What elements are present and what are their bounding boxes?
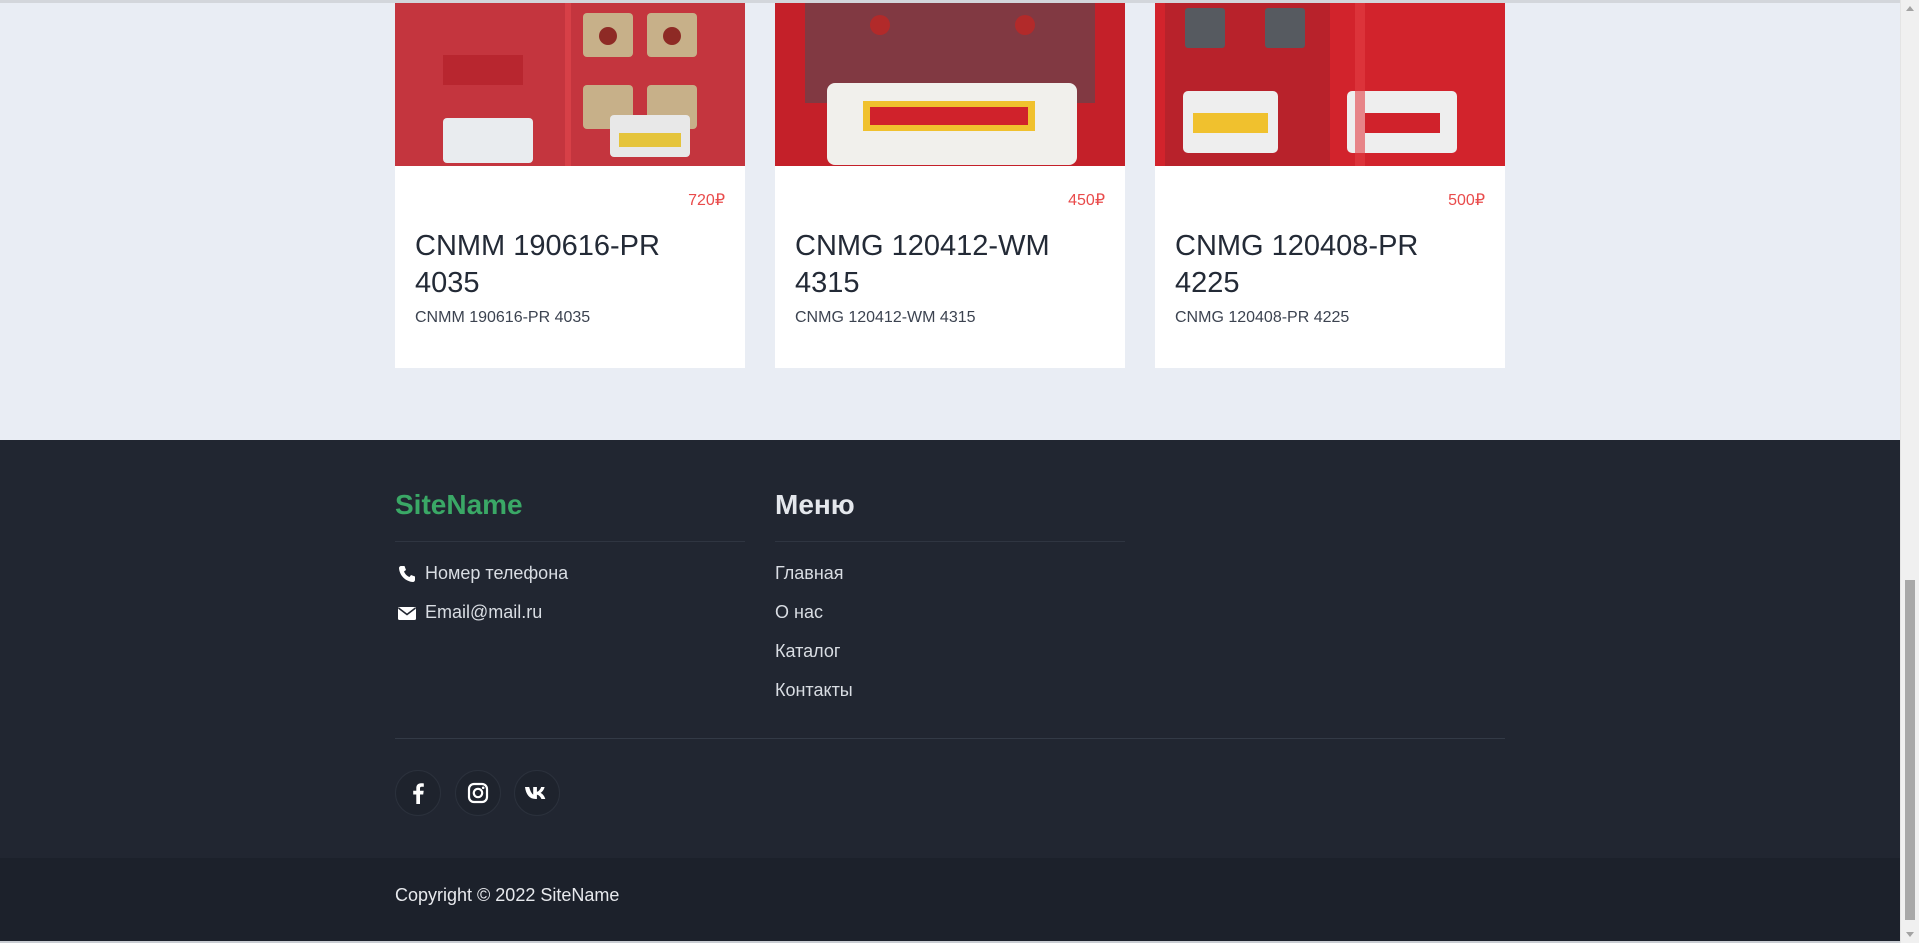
contact-email[interactable]: Email@mail.ru — [397, 602, 542, 623]
contact-phone-label: Номер телефона — [425, 563, 569, 583]
product-price: 720₽ — [688, 192, 725, 209]
scroll-up-arrow-icon[interactable] — [1906, 6, 1914, 11]
footer-copyright-bar — [0, 858, 1900, 943]
footer-divider — [775, 541, 1125, 542]
product-subtitle: CNMM 190616-PR 4035 — [415, 309, 591, 326]
social-instagram-button[interactable] — [455, 770, 501, 816]
product-card[interactable]: 720₽ CNMM 190616-PR 4035 CNMM 190616-PR … — [395, 3, 745, 368]
footer-divider — [395, 738, 1505, 739]
product-image[interactable] — [395, 3, 745, 166]
contact-email-label: Email@mail.ru — [425, 602, 543, 622]
scroll-down-arrow-icon[interactable] — [1906, 932, 1914, 937]
product-price: 500₽ — [1448, 192, 1485, 209]
menu-link-catalog[interactable]: Каталог — [775, 641, 840, 662]
product-price: 450₽ — [1068, 192, 1105, 209]
product-subtitle: CNMG 120408-PR 4225 — [1175, 309, 1350, 326]
product-grid: 720₽ CNMM 190616-PR 4035 CNMM 190616-PR … — [395, 3, 1505, 368]
social-vk-button[interactable] — [514, 770, 560, 816]
instagram-icon — [467, 782, 489, 804]
product-image[interactable] — [1155, 3, 1505, 166]
scroll-thumb[interactable] — [1905, 580, 1915, 920]
menu-link-contacts[interactable]: Контакты — [775, 680, 853, 701]
envelope-icon — [398, 606, 416, 620]
product-image[interactable] — [775, 3, 1125, 166]
vk-icon — [525, 787, 546, 799]
footer-divider — [395, 541, 745, 542]
vertical-scrollbar[interactable] — [1900, 0, 1919, 943]
product-card[interactable]: 450₽ CNMG 120412-WM 4315 CNMG 120412-WM … — [775, 3, 1125, 368]
phone-icon — [399, 565, 415, 582]
footer-menu-title: Меню — [775, 489, 855, 520]
facebook-icon — [413, 783, 424, 804]
product-title[interactable]: CNMM 190616-PR 4035 — [415, 228, 715, 302]
product-title[interactable]: CNMG 120408-PR 4225 — [1175, 228, 1475, 302]
page: 720₽ CNMM 190616-PR 4035 CNMM 190616-PR … — [0, 0, 1900, 943]
copyright-text: Copyright © 2022 SiteName — [395, 885, 620, 905]
product-subtitle: CNMG 120412-WM 4315 — [795, 309, 976, 326]
footer-brand[interactable]: SiteName — [395, 489, 523, 521]
product-title[interactable]: CNMG 120412-WM 4315 — [795, 228, 1095, 302]
menu-link-home[interactable]: Главная — [775, 563, 844, 584]
product-card[interactable]: 500₽ CNMG 120408-PR 4225 CNMG 120408-PR … — [1155, 3, 1505, 368]
menu-link-about[interactable]: О нас — [775, 602, 823, 623]
social-facebook-button[interactable] — [395, 770, 441, 816]
contact-phone[interactable]: Номер телефона — [397, 563, 568, 584]
